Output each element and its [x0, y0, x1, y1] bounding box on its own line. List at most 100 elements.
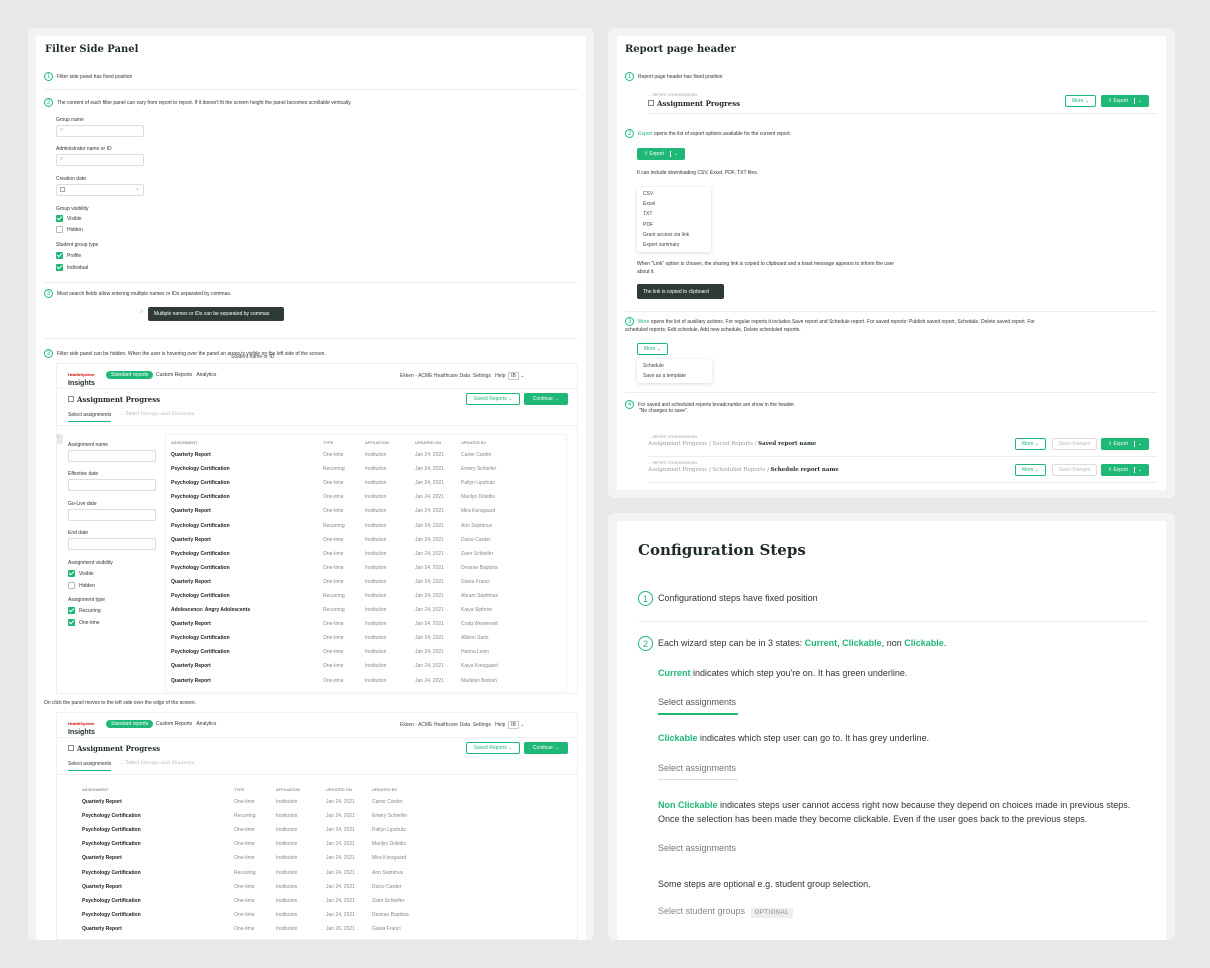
- breadcrumb[interactable]: ← REPORT CONFIGURATION: [648, 435, 697, 439]
- step-current[interactable]: Select assignments: [68, 412, 112, 422]
- table-row[interactable]: Psychology Certification One-time Institut…: [171, 547, 561, 561]
- avatar[interactable]: IB: [508, 372, 519, 380]
- table-row[interactable]: Quarterly Report One-time Institution Jan 2…: [82, 795, 552, 809]
- saved-reports-button[interactable]: Saved Reports ⌄: [466, 393, 520, 405]
- table-row[interactable]: Quarterly Report One-time Institution Jan 2…: [171, 659, 561, 673]
- sf-end-date-input[interactable]: [68, 538, 156, 550]
- group-name-input[interactable]: ⌕: [56, 125, 144, 137]
- table-row[interactable]: Psychology Certification One-time Institut…: [171, 561, 561, 575]
- export-button-scheduled[interactable]: ⇪ Export ⌄: [1101, 464, 1149, 476]
- table-row[interactable]: Quarterly Report One-time Institution Jan 2…: [171, 448, 561, 462]
- more-button[interactable]: More ⌄: [1065, 95, 1096, 107]
- menu-item[interactable]: PDF: [637, 220, 711, 230]
- table-row[interactable]: Quarterly Report One-time Institution Jan 2…: [171, 617, 561, 631]
- breadcrumb[interactable]: ← REPORT CONFIGURATION: [648, 93, 697, 97]
- individual-checkbox[interactable]: Individual: [56, 264, 88, 271]
- table-row[interactable]: Psychology Certification Recurring Institu…: [171, 462, 561, 476]
- column-header[interactable]: Type: [323, 436, 365, 448]
- table-row[interactable]: Psychology Certification Recurring Institu…: [82, 865, 552, 879]
- link-note: When "Link" option is chosen, the sharin…: [637, 261, 895, 275]
- table-row[interactable]: Quarterly Report One-time Institution Jan 2…: [171, 575, 561, 589]
- sf-hidden-checkbox[interactable]: Hidden: [68, 582, 95, 589]
- profile-checkbox[interactable]: Profile: [56, 252, 81, 259]
- saved-reports-button[interactable]: Saved Reports ⌄: [466, 742, 520, 754]
- table-row[interactable]: Quarterly Report One-time Institution Jan 2…: [82, 851, 552, 865]
- table-row[interactable]: Psychology Certification Recurring Institu…: [171, 518, 561, 532]
- table-row[interactable]: Psychology Certification One-time Institut…: [82, 837, 552, 851]
- table-row[interactable]: Psychology Certification One-time Institut…: [171, 631, 561, 645]
- org-selector[interactable]: Ekken - ACME Healthcare Data: [400, 373, 470, 379]
- table-row[interactable]: Psychology Certification Recurring Institu…: [171, 589, 561, 603]
- sf-golive-input[interactable]: [68, 509, 156, 521]
- breadcrumb[interactable]: ← REPORT CONFIGURATION: [648, 461, 697, 465]
- table-row[interactable]: Quarterly Report One-time Institution Jan 2…: [171, 674, 561, 688]
- save-changes-button[interactable]: Save changes: [1052, 464, 1097, 476]
- settings-link[interactable]: Settings: [473, 722, 491, 728]
- menu-item[interactable]: Excel: [637, 199, 711, 209]
- step-current[interactable]: Select assignments: [68, 761, 112, 771]
- step-clickable-demo[interactable]: Select assignments: [658, 763, 738, 780]
- visible-checkbox[interactable]: Visible: [56, 215, 82, 222]
- column-header[interactable]: Assignment: [171, 436, 323, 448]
- column-header[interactable]: Updated by: [461, 436, 561, 448]
- table-row[interactable]: Quarterly Report One-time Institution Jan 2…: [171, 533, 561, 547]
- table-row[interactable]: Quarterly Report One-time Institution Jan 2…: [82, 880, 552, 894]
- sf-assignment-name-input[interactable]: [68, 450, 156, 462]
- tab-custom[interactable]: Custom Reports: [156, 372, 192, 378]
- table-row[interactable]: Quarterly Report One-time Institution Jan 2…: [171, 504, 561, 518]
- table-row[interactable]: Psychology Certification Recurring Institu…: [82, 809, 552, 823]
- help-link[interactable]: Help: [495, 373, 505, 379]
- table-row[interactable]: Psychology Certification One-time Institut…: [171, 490, 561, 504]
- step-optional-demo[interactable]: Select student groups OPTIONAL: [658, 906, 793, 918]
- save-changes-button[interactable]: Save changes: [1052, 438, 1097, 450]
- table-row[interactable]: Psychology Certification One-time Institut…: [82, 823, 552, 837]
- table-row[interactable]: Psychology Certification One-time Institut…: [82, 894, 552, 908]
- side-toggle[interactable]: ‹: [57, 434, 63, 444]
- sf-recurring-checkbox[interactable]: Recurring: [68, 607, 101, 614]
- menu-item[interactable]: Schedule: [637, 361, 712, 371]
- sf-visible-checkbox[interactable]: Visible: [68, 570, 94, 577]
- table-row[interactable]: Quarterly Report One-time Institution Jan 2…: [82, 922, 552, 936]
- settings-link[interactable]: Settings: [473, 373, 491, 379]
- top-right-nav: Ekken - ACME Healthcare Data Settings He…: [400, 372, 525, 380]
- tab-standard[interactable]: Standard reports: [106, 371, 154, 379]
- hidden-checkbox[interactable]: Hidden: [56, 226, 83, 233]
- more-button-demo[interactable]: More ⌄: [637, 343, 668, 355]
- sf-effective-date-input[interactable]: [68, 479, 156, 491]
- column-header[interactable]: Updated on: [326, 783, 372, 795]
- menu-item[interactable]: TXT: [637, 209, 711, 219]
- column-header[interactable]: Affiliation: [365, 436, 415, 448]
- export-button-demo[interactable]: ⇪ Export ⌄: [637, 148, 685, 160]
- export-button[interactable]: ⇪ Export ⌄: [1101, 95, 1149, 107]
- column-header[interactable]: Type: [234, 783, 276, 795]
- avatar[interactable]: IB: [508, 721, 519, 729]
- column-header[interactable]: Updated by: [372, 783, 552, 795]
- org-selector[interactable]: Ekken - ACME Healthcare Data: [400, 722, 470, 728]
- table-row[interactable]: Psychology Certification One-time Institut…: [82, 908, 552, 922]
- table-row[interactable]: Psychology Certification One-time Institut…: [171, 476, 561, 490]
- tab-custom[interactable]: Custom Reports: [156, 721, 192, 727]
- menu-item[interactable]: CSV: [637, 189, 711, 199]
- continue-button[interactable]: Continue →: [524, 393, 568, 405]
- export-button-saved[interactable]: ⇪ Export ⌄: [1101, 438, 1149, 450]
- menu-item[interactable]: Grant access via link: [637, 230, 711, 240]
- more-button-scheduled[interactable]: More ⌄: [1015, 464, 1046, 476]
- step-current-demo[interactable]: Select assignments: [658, 697, 738, 715]
- config-steps-card: Configuration Steps 1 Configurationd step…: [617, 521, 1166, 940]
- sf-onetime-checkbox[interactable]: One-time: [68, 619, 100, 626]
- admin-input[interactable]: ⌕: [56, 154, 144, 166]
- more-button-saved[interactable]: More ⌄: [1015, 438, 1046, 450]
- table-row[interactable]: Psychology Certification One-time Institut…: [171, 645, 561, 659]
- creation-date-input[interactable]: ⌄: [56, 184, 144, 196]
- tab-standard[interactable]: Standard reports: [106, 720, 154, 728]
- table-row[interactable]: Adolescence: Angry Adolescents Recurring I…: [171, 603, 561, 617]
- column-header[interactable]: Assignment: [82, 783, 234, 795]
- help-link[interactable]: Help: [495, 722, 505, 728]
- menu-item[interactable]: Save as a template: [637, 371, 712, 381]
- tab-analytics[interactable]: Analytics: [196, 372, 216, 378]
- menu-item[interactable]: Export summary: [637, 240, 711, 250]
- column-header[interactable]: Affiliation: [276, 783, 326, 795]
- column-header[interactable]: Updated on: [415, 436, 461, 448]
- tab-analytics[interactable]: Analytics: [196, 721, 216, 727]
- continue-button[interactable]: Continue →: [524, 742, 568, 754]
